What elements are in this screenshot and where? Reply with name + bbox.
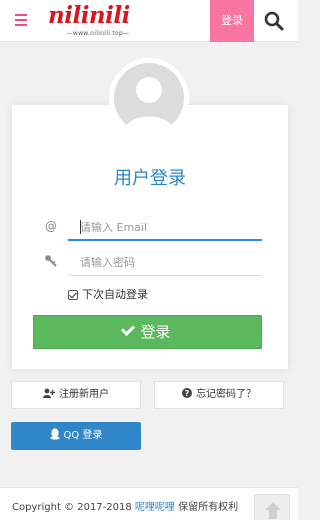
email-input[interactable] [68, 215, 262, 241]
search-icon[interactable] [264, 11, 284, 31]
qq-login-label: QQ 登录 [63, 430, 103, 441]
footer-site-link[interactable]: 呢哩呢哩 [135, 502, 175, 513]
copyright-text: Copyright © 2017-2018 [12, 502, 132, 513]
check-icon [121, 321, 136, 337]
login-card: 用户登录 @ 下次自动登录 登录 [12, 105, 288, 369]
logo-subtext: —www.nilinili.top— [66, 30, 130, 37]
forgot-password-button[interactable]: ? 忘记密码了？ [154, 381, 284, 409]
register-label: 注册新用户 [59, 389, 109, 400]
arrow-up-icon [265, 502, 281, 519]
qq-login-button[interactable]: QQ 登录 [11, 422, 141, 450]
key-icon [45, 255, 57, 267]
hamburger-icon[interactable] [15, 14, 27, 26]
login-title: 用户登录 [114, 168, 186, 189]
add-user-icon [43, 388, 55, 398]
rights-text: 保留所有权利 [178, 502, 239, 513]
footer-copyright: Copyright © 2017-2018 呢哩呢哩 保留所有权利 [12, 498, 238, 513]
password-input[interactable] [68, 250, 262, 276]
remember-label: 下次自动登录 [82, 288, 148, 301]
password-field-row [12, 250, 288, 276]
at-icon: @ [45, 219, 57, 233]
header-login-button[interactable]: 登录 [210, 0, 254, 42]
remember-checkbox[interactable] [68, 290, 78, 300]
register-button[interactable]: 注册新用户 [11, 381, 141, 409]
qq-penguin-icon [49, 428, 60, 440]
top-navbar: nilinili —www.nilinili.top— 登录 [0, 0, 298, 42]
logo-text: nilinili [48, 2, 130, 29]
avatar [109, 58, 189, 138]
forgot-label: 忘记密码了？ [196, 389, 256, 400]
text-caret [80, 220, 81, 234]
back-to-top-button[interactable] [254, 494, 290, 520]
login-submit-button[interactable]: 登录 [33, 315, 262, 349]
site-logo[interactable]: nilinili —www.nilinili.top— [46, 3, 150, 39]
question-circle-icon: ? [182, 388, 192, 398]
email-field-row: @ [12, 215, 288, 241]
svg-text:?: ? [185, 389, 190, 398]
user-silhouette-icon [124, 77, 174, 133]
login-submit-label: 登录 [140, 323, 171, 341]
